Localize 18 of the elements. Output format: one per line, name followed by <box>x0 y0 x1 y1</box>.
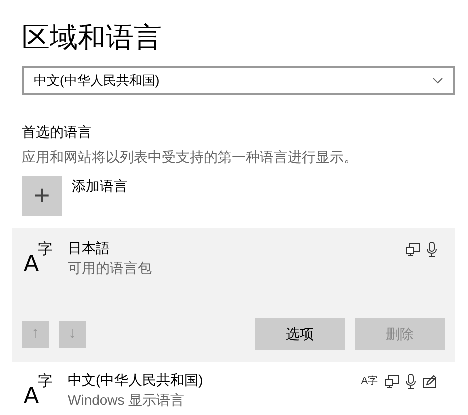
options-button[interactable]: 选项 <box>255 318 345 350</box>
language-pack-icon: A字 <box>361 376 378 386</box>
microphone-icon <box>406 374 416 389</box>
pen-icon <box>423 374 437 388</box>
microphone-icon <box>427 242 437 257</box>
language-name: 中文(中华人民共和国) <box>68 371 204 390</box>
section-heading: 首选的语言 <box>22 123 93 142</box>
language-status: Windows 显示语言 <box>68 391 186 410</box>
page-title: 区域和语言 <box>22 21 163 55</box>
region-dropdown[interactable]: 中文(中华人民共和国) <box>22 66 455 95</box>
language-name: 日本語 <box>68 239 111 258</box>
add-language-label[interactable]: 添加语言 <box>72 176 128 196</box>
display-icon <box>385 374 399 388</box>
language-status: 可用的语言包 <box>68 259 153 278</box>
section-description: 应用和网站将以列表中受支持的第一种语言进行显示。 <box>22 148 359 167</box>
display-icon <box>406 242 420 256</box>
add-language-button[interactable]: + <box>22 176 62 216</box>
chevron-down-icon <box>433 78 443 84</box>
